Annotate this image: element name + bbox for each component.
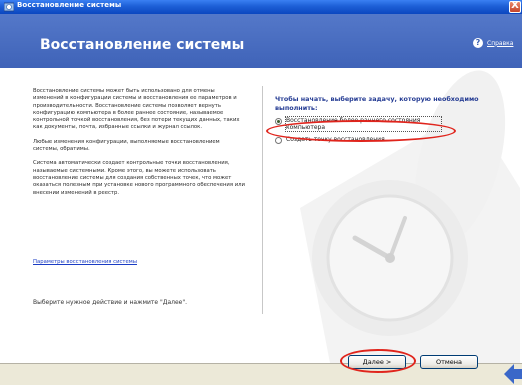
description-text: Восстановление системы может быть исполь…	[33, 88, 245, 204]
window-title: Восстановление системы	[17, 1, 122, 9]
help-link[interactable]: ? Справка	[473, 38, 513, 48]
system-restore-app-icon	[4, 2, 14, 12]
annotation-circle-option	[266, 120, 456, 142]
page-title: Восстановление системы	[40, 37, 245, 53]
panel-divider	[262, 86, 263, 314]
close-button[interactable]: X	[509, 0, 521, 13]
description-paragraph-2: Любые изменения конфигурации, выполняемы…	[33, 138, 220, 153]
description-paragraph-1: Восстановление системы может быть исполь…	[33, 88, 240, 131]
cancel-button[interactable]: Отмена	[420, 355, 478, 369]
radio-create-restore-point[interactable]	[275, 137, 282, 144]
close-icon: X	[511, 0, 519, 11]
help-label: Справка	[487, 39, 514, 47]
description-paragraph-3: Система автоматически создает контрольны…	[33, 160, 245, 196]
wizard-header: Восстановление системы ? Справка	[0, 14, 522, 68]
annotation-circle-next	[340, 349, 416, 373]
instruction-text: Выберите нужное действие и нажмите "Дале…	[33, 299, 188, 306]
help-icon: ?	[473, 38, 483, 48]
restore-settings-link[interactable]: Параметры восстановления системы	[33, 259, 137, 265]
task-heading: Чтобы начать, выберите задачу, которую н…	[275, 95, 479, 112]
system-restore-window: Восстановление системы X Восстановление …	[0, 0, 522, 385]
title-bar: Восстановление системы X	[0, 0, 522, 14]
corner-arrow-icon	[504, 364, 522, 384]
